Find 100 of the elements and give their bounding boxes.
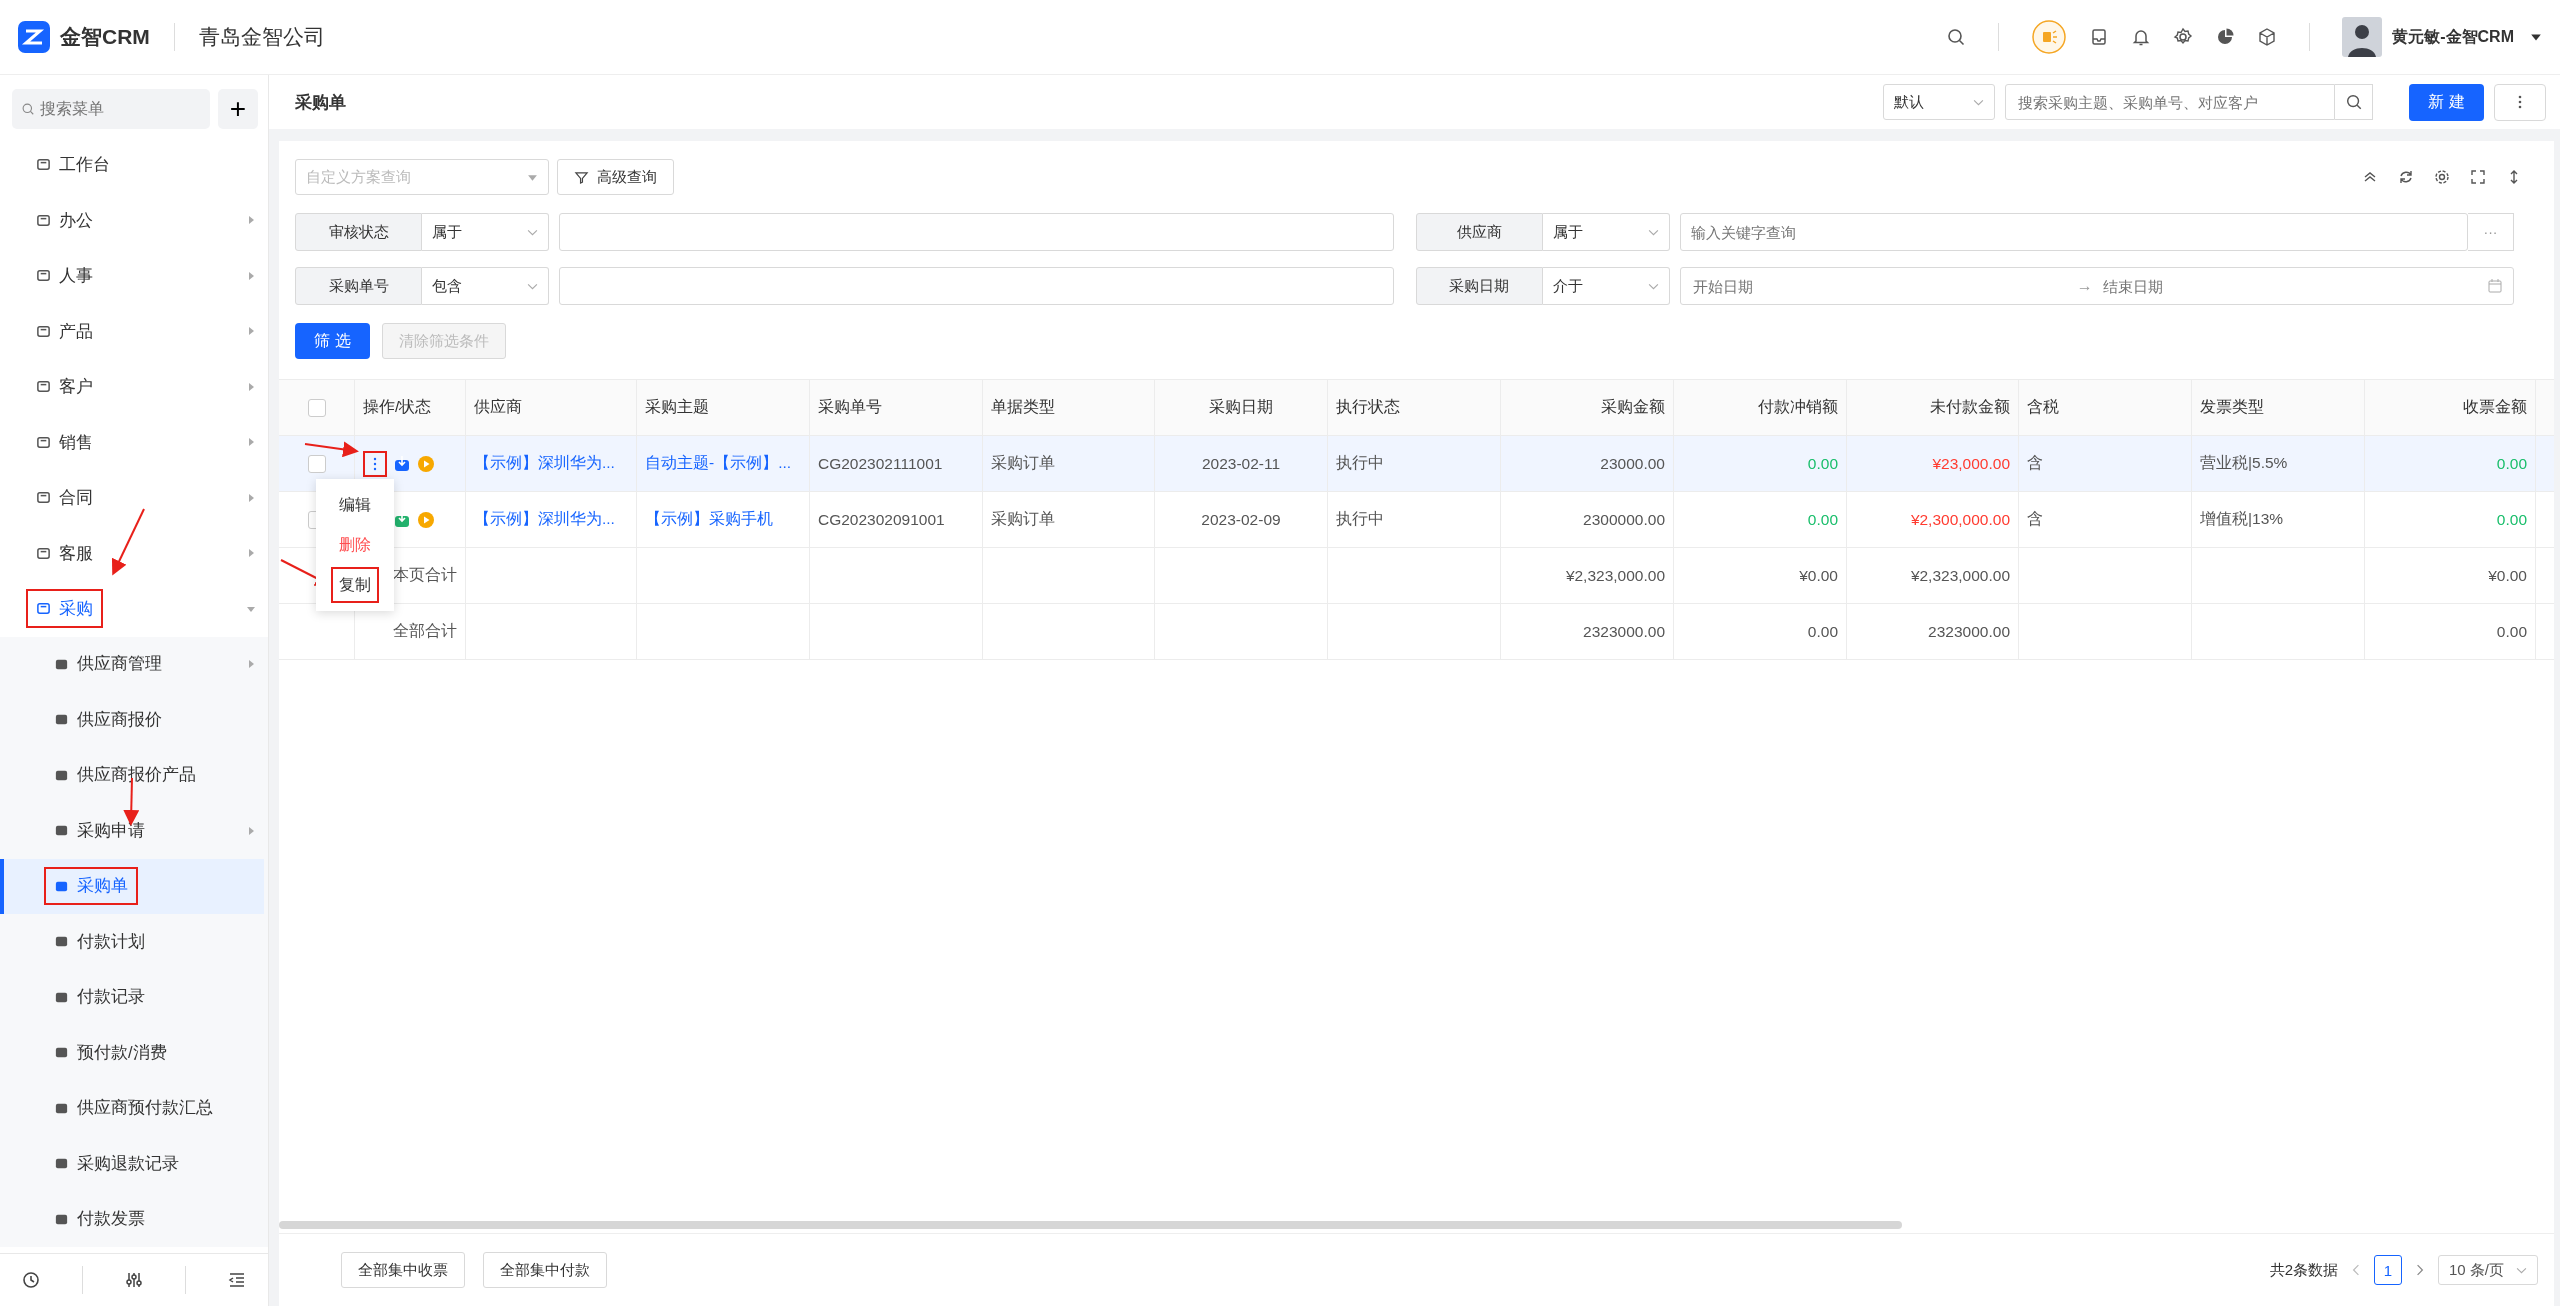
table-cell-text: 增值税|13%: [2200, 509, 2284, 529]
view-select[interactable]: 默认: [1883, 84, 1995, 120]
column-header: 执行状态: [1336, 397, 1400, 417]
table-cell: 0.00: [2496, 510, 2527, 529]
keyword-input[interactable]: 输入关键字查询: [1679, 213, 2468, 251]
refresh-icon[interactable]: [2398, 169, 2414, 185]
sidebar-subitem[interactable]: 付款记录: [0, 969, 268, 1025]
user-name[interactable]: 黄元敏-金智CRM: [2392, 26, 2514, 48]
sidebar-item[interactable]: 合同: [0, 470, 268, 526]
avatar[interactable]: [2342, 17, 2383, 57]
search-icon[interactable]: [1946, 27, 1967, 47]
sidebar-subitem[interactable]: 付款计划: [0, 914, 268, 970]
column-header: 发票类型: [2200, 397, 2264, 417]
sidebar-item[interactable]: 销售: [0, 414, 268, 470]
menu-search-field[interactable]: 搜索菜单: [12, 89, 210, 129]
table-cell-text: 自动主题-【示例】...: [645, 453, 792, 473]
sidebar-item[interactable]: 采购: [0, 581, 268, 637]
menu-item[interactable]: 复制: [331, 567, 379, 603]
sidebar-subitem[interactable]: 付款发票: [0, 1191, 268, 1247]
annotation-arrow: [111, 508, 145, 576]
sidebar-subitem[interactable]: 供应商报价产品: [0, 747, 268, 803]
menu-item[interactable]: 编辑: [331, 487, 379, 523]
sidebar-label: 客户: [59, 376, 93, 399]
checkbox[interactable]: [307, 398, 326, 417]
sidebar-label: 销售: [59, 431, 93, 454]
footer-button[interactable]: 全部集中收票: [341, 1252, 465, 1288]
add-button[interactable]: +: [218, 89, 258, 129]
sidebar-label: 采购申请: [77, 819, 145, 841]
table-cell-text: 【示例】采购手机: [645, 509, 773, 529]
sidebar-label: 付款发票: [77, 1208, 145, 1230]
table-cell: ¥0.00: [1799, 566, 1838, 585]
column-header: 采购金额: [1601, 397, 1665, 417]
next-page-icon[interactable]: [2414, 1264, 2426, 1276]
sidebar-item[interactable]: 客服: [0, 525, 268, 581]
sidebar-label: 采购单: [77, 875, 128, 897]
module-icon: [36, 545, 51, 561]
page-number[interactable]: 1: [2374, 1255, 2402, 1285]
filter-button[interactable]: 筛 选: [295, 323, 370, 359]
settings-icon[interactable]: [2434, 169, 2450, 185]
sidebar-item[interactable]: 客户: [0, 359, 268, 415]
sidebar-subitem[interactable]: 供应商预付款汇总: [0, 1080, 268, 1136]
cube-icon[interactable]: [2257, 27, 2278, 47]
table-cell: 0.00: [1807, 622, 1838, 641]
sidebar-subitem[interactable]: 采购单: [0, 858, 264, 914]
sidebar-label: 人事: [59, 265, 93, 288]
total-count: 共2条数据: [2269, 1260, 2338, 1280]
bell-icon[interactable]: [2131, 27, 2152, 47]
advanced-search-button[interactable]: 高级查询: [557, 159, 674, 195]
table-cell-text: 执行中: [1336, 453, 1384, 473]
new-button[interactable]: 新 建: [2409, 83, 2484, 121]
total-label: 全部合计: [393, 621, 457, 641]
row-actions-button[interactable]: [363, 450, 387, 477]
column-header: 含税: [2027, 397, 2059, 417]
sidebar-label: 供应商报价: [77, 708, 162, 730]
search-field[interactable]: 搜索采购主题、采购单号、对应客户: [2005, 84, 2335, 120]
column-header: 收票金额: [2463, 397, 2527, 417]
filter-label: 采购日期: [1415, 267, 1543, 305]
sidebar-item[interactable]: 产品: [0, 303, 268, 359]
more-icon: [2518, 94, 2522, 110]
operator-select[interactable]: 属于: [1542, 213, 1670, 251]
placeholder: 自定义方案查询: [306, 167, 411, 187]
sidebar-subitem[interactable]: 供应商报价: [0, 692, 268, 748]
table-cell-text: 执行中: [1336, 509, 1384, 529]
sidebar-subitem[interactable]: 供应商管理: [0, 636, 268, 692]
sidebar-item[interactable]: 人事: [0, 248, 268, 304]
checkbox[interactable]: [307, 454, 326, 473]
fullscreen-icon[interactable]: [2470, 169, 2486, 185]
sliders-icon[interactable]: [123, 1270, 144, 1290]
history-icon[interactable]: [20, 1270, 41, 1290]
table-cell-text: 含: [2027, 509, 2043, 529]
sidebar-label: 合同: [59, 487, 93, 510]
annotation-arrow: [304, 441, 359, 458]
column-header: 供应商: [474, 397, 522, 417]
operator-select[interactable]: 介于: [1542, 267, 1670, 305]
table-cell: ¥2,323,000.00: [1565, 566, 1665, 585]
operator-select[interactable]: 属于: [422, 213, 549, 251]
page-size-select[interactable]: 10 条/页: [2438, 1255, 2538, 1285]
sidebar-subitem[interactable]: 采购退款记录: [0, 1136, 268, 1192]
table-cell: ¥2,300,000.00: [1910, 510, 2010, 529]
table-cell: 2323000.00: [1928, 622, 2010, 641]
sidebar-item[interactable]: 办公: [0, 192, 268, 248]
scrollbar[interactable]: [279, 1221, 1902, 1229]
table-cell: 2023-02-09: [1201, 510, 1281, 529]
sidebar-label: 供应商管理: [77, 653, 162, 675]
filter-input[interactable]: [559, 267, 1394, 305]
footer-button[interactable]: 全部集中付款: [483, 1252, 607, 1288]
table-cell-text: 采购订单: [991, 453, 1055, 473]
module-icon: [36, 601, 51, 617]
search-icon: [2344, 93, 2363, 111]
filter-input[interactable]: [559, 213, 1394, 251]
sidebar-subitem[interactable]: 预付款/消费: [0, 1025, 268, 1081]
pie-chart-icon[interactable]: [2215, 27, 2236, 47]
module-icon: [36, 490, 51, 506]
search-button[interactable]: [2335, 84, 2373, 120]
filter-label: 审核状态: [295, 213, 422, 251]
sidebar-label: 付款记录: [77, 986, 145, 1008]
sidebar-label: 付款计划: [77, 930, 145, 952]
sidebar-subitem[interactable]: 采购申请: [0, 803, 268, 859]
sidebar-item[interactable]: 工作台: [0, 137, 268, 193]
operator-select[interactable]: 包含: [422, 267, 549, 305]
